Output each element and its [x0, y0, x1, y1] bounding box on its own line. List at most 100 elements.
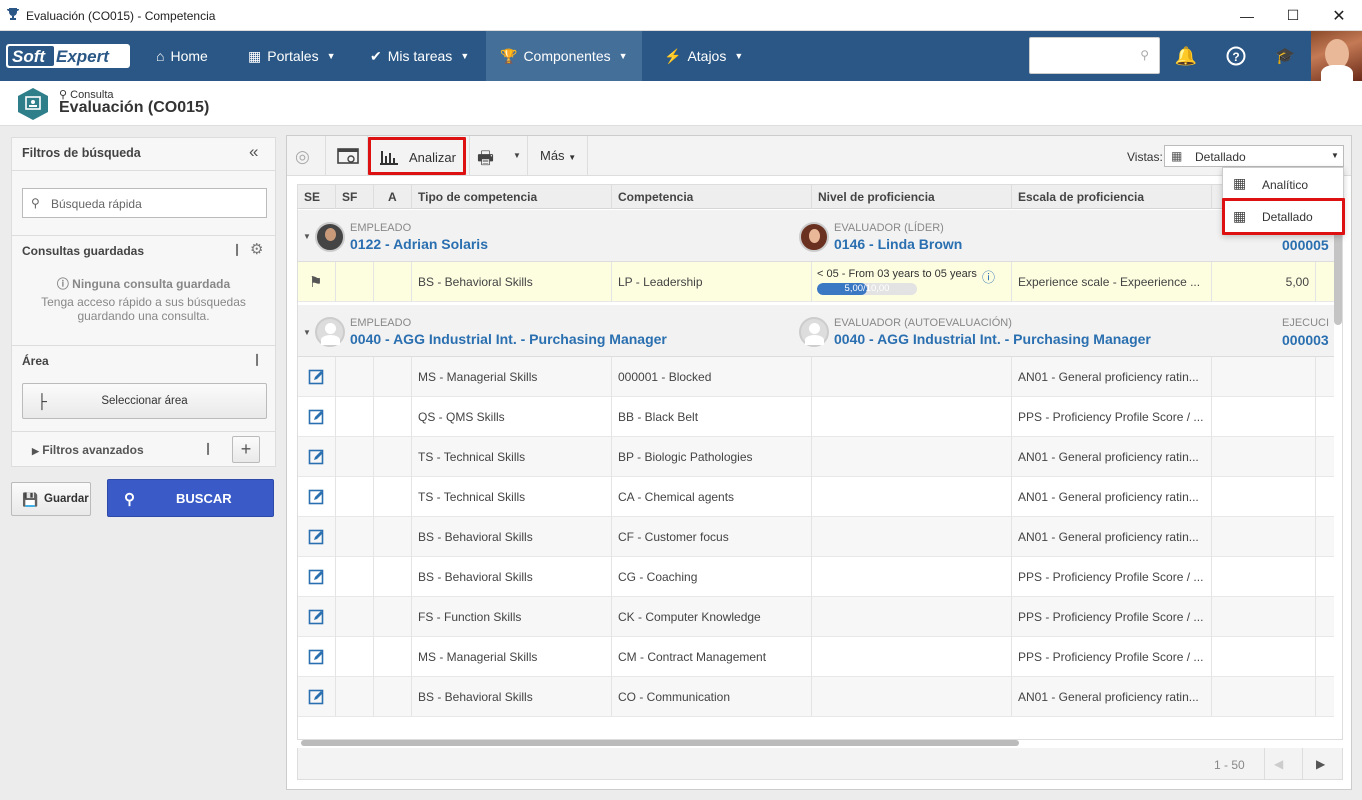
pager: 1 - 50 ◀ ▶ [297, 748, 1343, 780]
views-select[interactable]: ▦ Detallado ▼ [1164, 145, 1344, 167]
advanced-filters-toggle[interactable]: ▶ Filtros avanzados [32, 443, 144, 457]
evaluation-icon [18, 88, 48, 120]
table-row[interactable]: MS - Managerial Skills CM - Contract Mana… [298, 637, 1342, 677]
chevron-right-icon: ▶ [32, 446, 39, 456]
trophy-icon: 🏆 [500, 47, 518, 64]
cell-level [812, 397, 1012, 437]
target-icon[interactable]: ◎ [295, 147, 310, 167]
info-icon[interactable]: ⓘ [982, 267, 995, 286]
cell-comp: CK - Computer Knowledge [612, 597, 812, 637]
nav-atajos[interactable]: ⚡ Atajos ▼ [650, 31, 757, 81]
bell-icon[interactable]: 🔔 [1174, 44, 1198, 68]
views-dropdown: ▦ Analítico ▦ Detallado [1222, 167, 1345, 235]
chevron-down-icon: ▼ [326, 51, 336, 61]
collapse-icon[interactable]: « [249, 142, 258, 162]
pager-range: 1 - 50 [1214, 758, 1245, 772]
evaluator-name[interactable]: 0146 - Linda Brown [834, 236, 962, 252]
add-filter-button[interactable]: + [232, 436, 260, 463]
view-record-icon[interactable] [337, 148, 359, 166]
minimize-button[interactable]: — [1224, 0, 1270, 31]
cell-type: TS - Technical Skills [412, 437, 612, 477]
print-icon[interactable]: 🖶 [477, 146, 494, 176]
evaluation-code[interactable]: 000003 [1282, 332, 1329, 348]
collapse-caret-icon[interactable]: ▼ [303, 232, 311, 241]
col-a[interactable]: A [374, 185, 412, 209]
analyze-button[interactable]: Analizar [368, 137, 466, 175]
cell-scale: AN01 - General proficiency ratin... [1012, 677, 1212, 717]
pin-icon[interactable]: ❙ [252, 352, 262, 366]
close-window-button[interactable]: ✕ [1316, 0, 1362, 31]
cell-type: FS - Function Skills [412, 597, 612, 637]
cell-type: TS - Technical Skills [412, 477, 612, 517]
group-header-2: ▼ EMPLEADO 0040 - AGG Industrial Int. - … [298, 305, 1342, 357]
col-nivel[interactable]: Nivel de proficiencia [812, 185, 1012, 209]
nav-home[interactable]: ⌂ Home [142, 31, 222, 81]
bolt-icon: ⚡ [664, 47, 682, 64]
info-icon: ⓘ [56, 277, 69, 291]
pin-icon[interactable]: ❙ [203, 441, 213, 455]
employee-avatar [315, 222, 345, 252]
cell-level [812, 597, 1012, 637]
quick-search-input[interactable]: ⚲ Búsqueda rápida [22, 188, 267, 218]
cell-scale: PPS - Proficiency Profile Score / ... [1012, 597, 1212, 637]
table-row[interactable]: BS - Behavioral Skills CG - Coaching PPS -… [298, 557, 1342, 597]
chevron-down-icon: ▼ [1331, 151, 1339, 160]
cell-extra [1212, 597, 1316, 637]
check-icon: ✔ [370, 47, 382, 64]
svg-text:Expert: Expert [56, 47, 110, 66]
pin-icon[interactable]: ❙ [232, 242, 242, 256]
table-row[interactable]: TS - Technical Skills BP - Biologic Patho… [298, 437, 1342, 477]
evaluator-avatar [799, 317, 829, 347]
select-area-button[interactable]: ├ Seleccionar área [22, 383, 267, 419]
table-row[interactable]: QS - QMS Skills BB - Black Belt PPS - Prof… [298, 397, 1342, 437]
prev-page-icon[interactable]: ◀ [1274, 757, 1283, 771]
chevron-down-icon[interactable]: ▼ [513, 151, 521, 160]
table-row[interactable]: FS - Function Skills CK - Computer Knowle… [298, 597, 1342, 637]
user-avatar[interactable] [1311, 31, 1362, 81]
table-row[interactable]: MS - Managerial Skills 000001 - Blocked AN… [298, 357, 1342, 397]
global-search-input[interactable]: ⚲ [1029, 37, 1160, 74]
more-menu[interactable]: Más ▼ [540, 148, 576, 163]
nav-mis-tareas[interactable]: ✔ Mis tareas ▼ [356, 31, 483, 81]
view-option-analitico[interactable]: ▦ Analítico [1223, 168, 1343, 200]
search-icon: ⚲ [124, 491, 135, 508]
next-page-icon[interactable]: ▶ [1316, 757, 1325, 771]
table-row[interactable]: BS - Behavioral Skills CF - Customer focu… [298, 517, 1342, 557]
col-sf[interactable]: SF [336, 185, 374, 209]
evaluator-name[interactable]: 0040 - AGG Industrial Int. - Purchasing … [834, 331, 1151, 347]
cell-level [812, 677, 1012, 717]
cell-scale: AN01 - General proficiency ratin... [1012, 477, 1212, 517]
col-competencia[interactable]: Competencia [612, 185, 812, 209]
views-label: Vistas: [1127, 150, 1163, 164]
col-escala[interactable]: Escala de proficiencia [1012, 185, 1212, 209]
search-button[interactable]: ⚲ BUSCAR [107, 479, 274, 517]
table-row[interactable]: BS - Behavioral Skills CO - Communication… [298, 677, 1342, 717]
cell-extra [1212, 477, 1316, 517]
employee-avatar [315, 317, 345, 347]
table-row[interactable]: ⚑ BS - Behavioral Skills LP - Leadership… [298, 262, 1342, 302]
collapse-caret-icon[interactable]: ▼ [303, 328, 311, 337]
cell-comp: CO - Communication [612, 677, 812, 717]
help-icon[interactable]: ? [1224, 44, 1248, 68]
maximize-button[interactable]: ☐ [1270, 0, 1316, 31]
employee-name[interactable]: 0040 - AGG Industrial Int. - Purchasing … [350, 331, 667, 347]
gear-icon[interactable]: ⚙ [250, 240, 263, 258]
col-se[interactable]: SE [298, 185, 336, 209]
softexpert-logo[interactable]: Soft Expert [6, 42, 130, 70]
table-row[interactable]: TS - Technical Skills CA - Chemical agent… [298, 477, 1342, 517]
graduation-cap-icon[interactable]: 🎓 [1273, 44, 1297, 68]
nav-portales[interactable]: ▦ Portales ▼ [234, 31, 350, 81]
employee-name[interactable]: 0122 - Adrian Solaris [350, 236, 488, 252]
cell-type: BS - Behavioral Skills [412, 517, 612, 557]
cell-comp: CG - Coaching [612, 557, 812, 597]
evaluation-code[interactable]: 000005 [1282, 237, 1329, 253]
table-icon: ▦ [1171, 149, 1183, 163]
col-tipo[interactable]: Tipo de competencia [412, 185, 612, 209]
evaluator-avatar [799, 222, 829, 252]
nav-componentes[interactable]: 🏆 Componentes ▼ [486, 31, 642, 81]
proficiency-cell: < 05 - From 03 years to 05 years ⓘ 5,00/… [812, 262, 1012, 302]
view-option-detallado[interactable]: ▦ Detallado [1222, 198, 1345, 235]
svg-text:?: ? [1232, 50, 1239, 64]
save-button[interactable]: 💾 Guardar [11, 482, 91, 516]
horizontal-scrollbar[interactable] [301, 740, 1019, 746]
